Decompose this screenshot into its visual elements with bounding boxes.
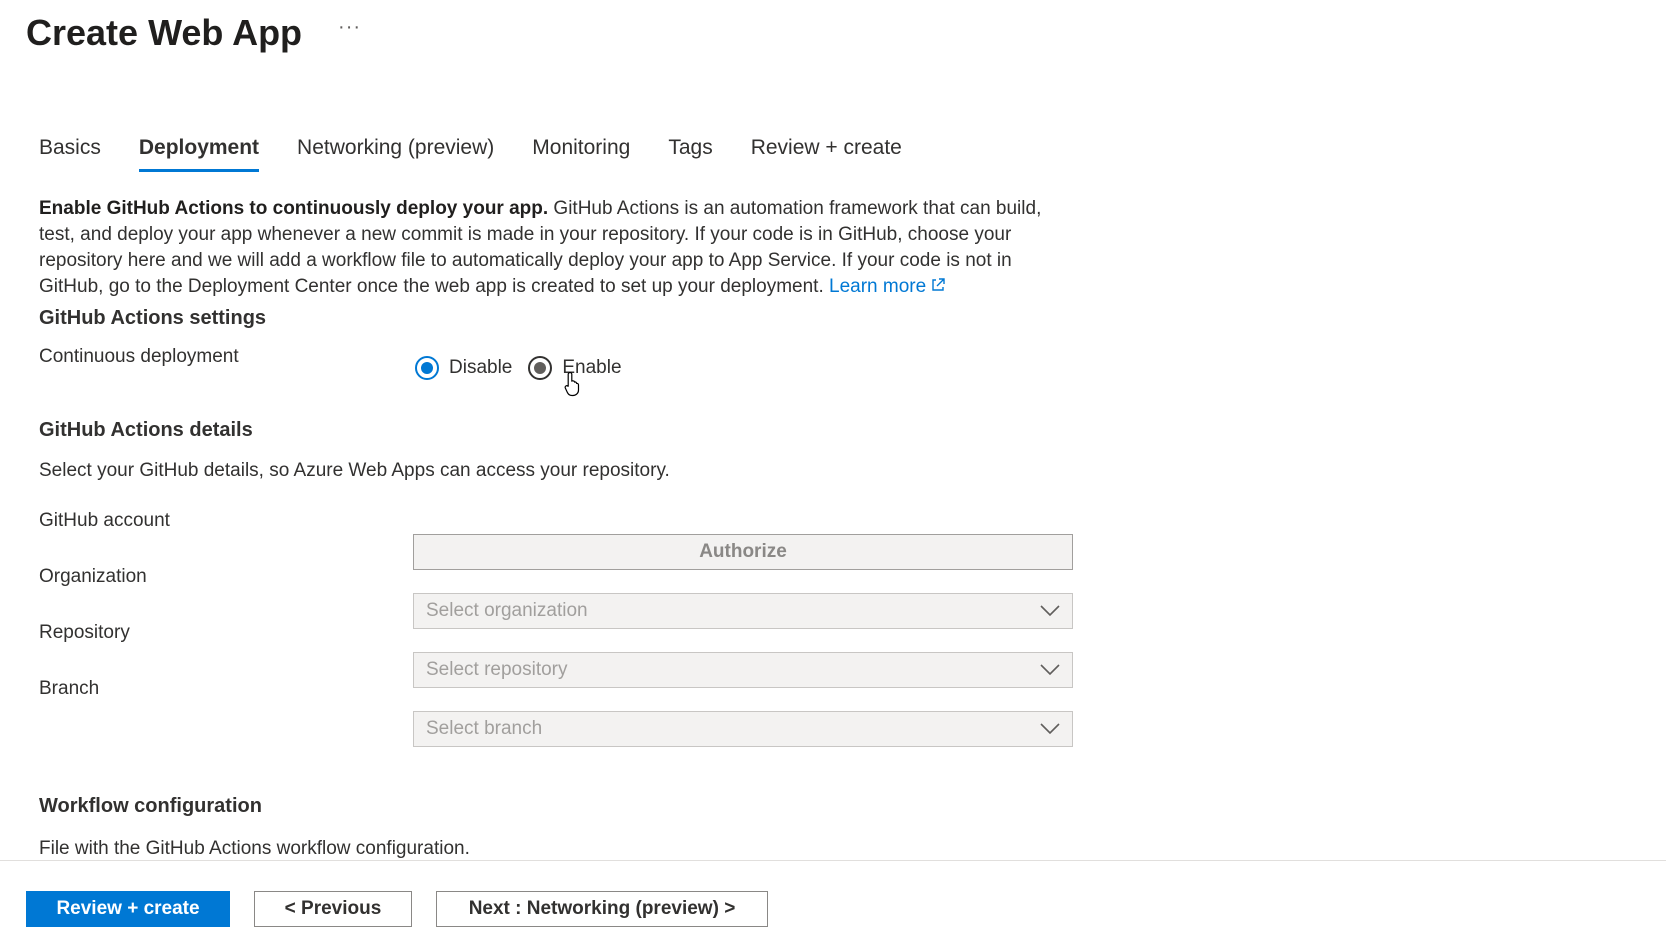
create-web-app-page: Create Web App ··· Basics Deployment Net… <box>0 0 1666 951</box>
workflow-configuration-description: File with the GitHub Actions workflow co… <box>39 838 470 859</box>
github-actions-details-title: GitHub Actions details <box>39 419 253 441</box>
tab-deployment[interactable]: Deployment <box>138 136 260 172</box>
branch-placeholder: Select branch <box>426 718 543 739</box>
tab-monitoring[interactable]: Monitoring <box>532 136 630 172</box>
footer-actions: Review + create < Previous Next : Networ… <box>26 891 792 927</box>
radio-enable-circle[interactable] <box>528 356 553 380</box>
learn-more-text[interactable]: Learn more <box>829 276 926 297</box>
repository-label: Repository <box>39 622 130 643</box>
radio-disable[interactable]: Disable <box>415 356 512 380</box>
branch-dropdown[interactable]: Select branch <box>413 711 1073 747</box>
footer-divider <box>0 860 1666 861</box>
intro-bold: Enable GitHub Actions to continuously de… <box>39 198 549 219</box>
authorize-button[interactable]: Authorize <box>413 534 1073 570</box>
continuous-deployment-radio-group: Disable Enable <box>415 356 638 380</box>
learn-more-link[interactable]: Learn more <box>829 276 946 297</box>
organization-placeholder: Select organization <box>426 600 588 621</box>
tab-basics[interactable]: Basics <box>39 136 101 172</box>
github-details-description: Select your GitHub details, so Azure Web… <box>39 460 670 481</box>
intro-paragraph: Enable GitHub Actions to continuously de… <box>39 196 1079 300</box>
workflow-configuration-title: Workflow configuration <box>39 795 262 817</box>
review-create-button[interactable]: Review + create <box>26 891 230 927</box>
chevron-down-icon <box>1040 664 1060 676</box>
chevron-down-icon <box>1040 605 1060 617</box>
chevron-down-icon <box>1040 723 1060 735</box>
repository-dropdown[interactable]: Select repository <box>413 652 1073 688</box>
github-account-label: GitHub account <box>39 510 170 531</box>
radio-enable-dot <box>534 362 547 374</box>
page-header: Create Web App ··· <box>26 10 361 56</box>
tab-bar: Basics Deployment Networking (preview) M… <box>39 136 940 172</box>
page-title: Create Web App <box>26 12 303 53</box>
tab-networking[interactable]: Networking (preview) <box>297 136 494 172</box>
more-options-icon[interactable]: ··· <box>338 17 361 49</box>
repository-placeholder: Select repository <box>426 659 568 680</box>
radio-disable-circle[interactable] <box>415 356 439 380</box>
organization-dropdown[interactable]: Select organization <box>413 593 1073 629</box>
previous-button[interactable]: < Previous <box>254 891 412 927</box>
github-actions-settings-title: GitHub Actions settings <box>39 307 267 329</box>
tab-review-create[interactable]: Review + create <box>751 136 902 172</box>
continuous-deployment-label: Continuous deployment <box>39 346 239 367</box>
branch-label: Branch <box>39 678 100 699</box>
intro-section: Enable GitHub Actions to continuously de… <box>39 196 1079 300</box>
next-networking-button[interactable]: Next : Networking (preview) > <box>436 891 768 927</box>
tab-tags[interactable]: Tags <box>668 136 712 172</box>
organization-label: Organization <box>39 566 147 587</box>
radio-disable-dot <box>421 362 433 374</box>
hand-cursor-icon <box>564 371 580 397</box>
external-link-icon[interactable] <box>930 277 946 293</box>
radio-disable-label[interactable]: Disable <box>449 357 512 379</box>
